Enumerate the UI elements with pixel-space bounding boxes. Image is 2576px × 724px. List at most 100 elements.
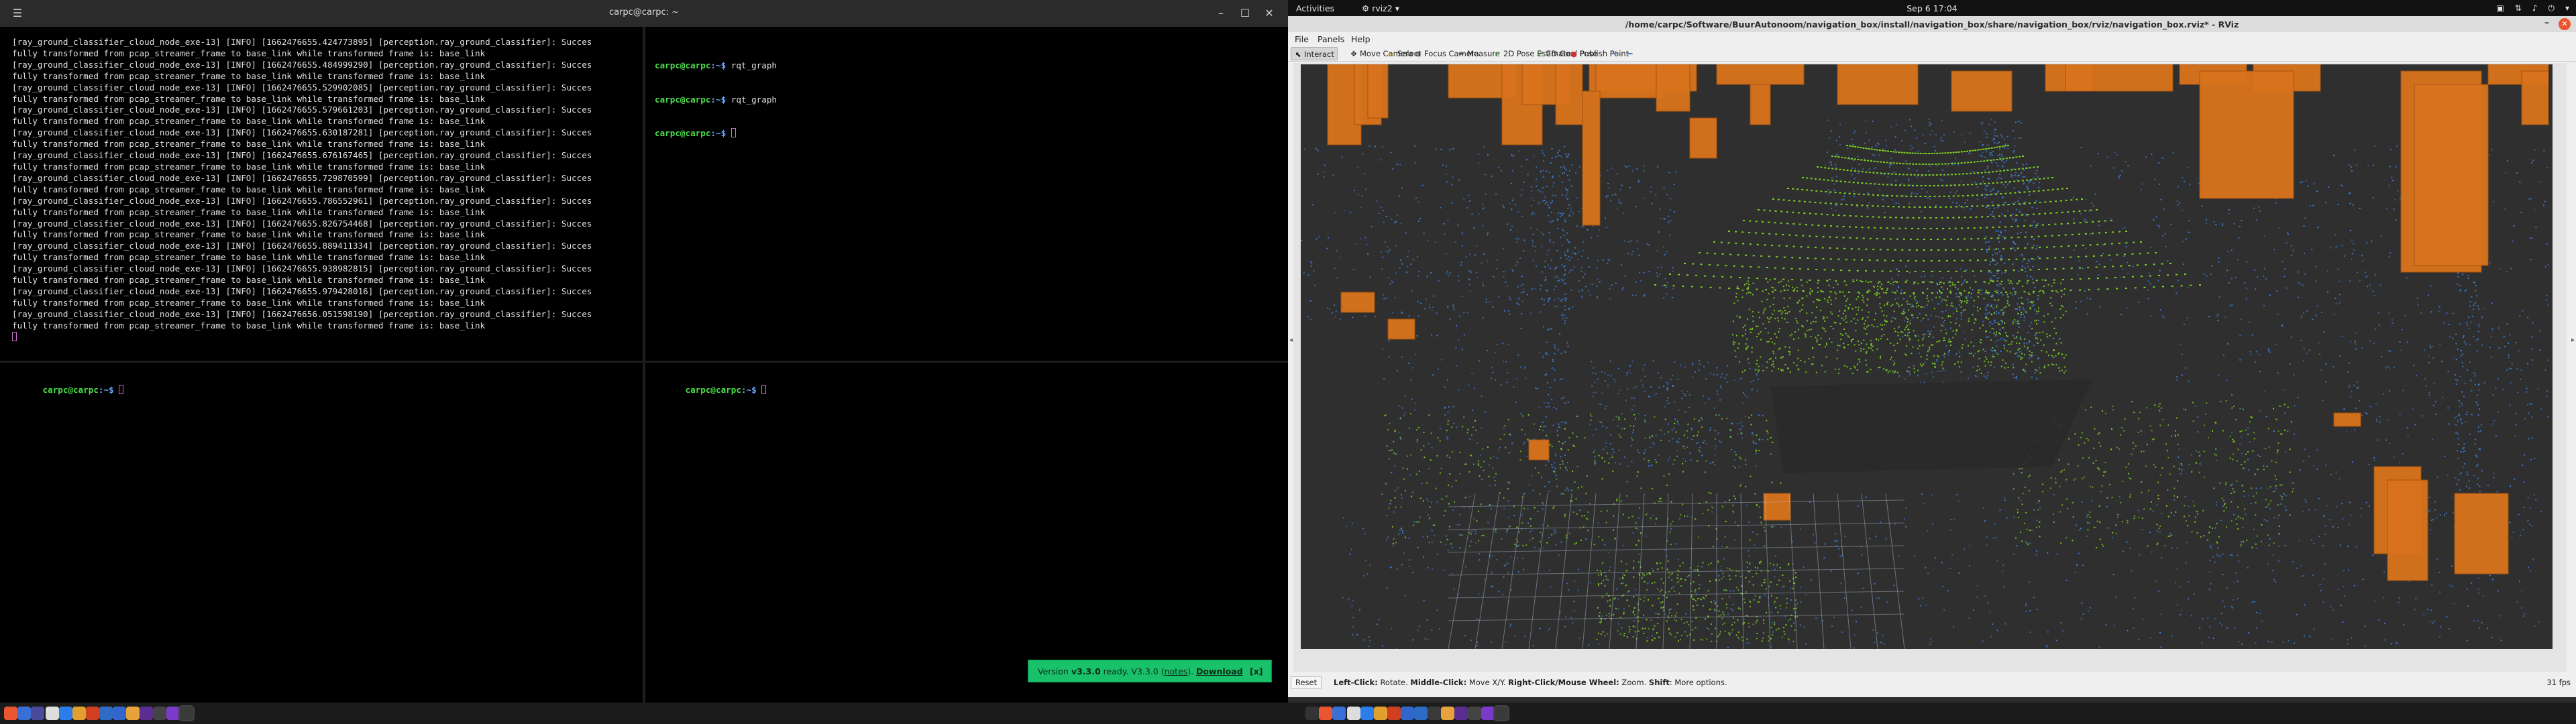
app-indicator-icon[interactable]: ▣: [2496, 3, 2504, 13]
non-ground-point: [1604, 372, 1606, 374]
3d-render-viewport[interactable]: [1301, 64, 2553, 649]
non-ground-point: [1945, 328, 1947, 330]
close-icon[interactable]: ✕: [2559, 18, 2571, 30]
non-ground-point: [2522, 615, 2524, 617]
app-icon[interactable]: [17, 707, 31, 720]
ground-point: [1789, 297, 1791, 299]
vscode-icon[interactable]: [99, 707, 113, 720]
log-line: fully transformed from pcap_streamer_fra…: [12, 206, 486, 217]
non-ground-point: [1847, 147, 1849, 149]
close-icon[interactable]: ✕: [1261, 5, 1277, 21]
non-ground-point: [2199, 463, 2201, 465]
non-ground-point: [2098, 225, 2100, 227]
menu-file[interactable]: File: [1295, 34, 1309, 44]
terminal-pane-bottom-right[interactable]: carpc@carpc:~$: [645, 363, 1288, 703]
non-ground-point: [1884, 212, 1886, 213]
non-ground-point: [1323, 171, 1325, 172]
dismiss-notification-button[interactable]: [x]: [1250, 666, 1263, 676]
terminal-taskbar-icon[interactable]: [178, 705, 195, 721]
ground-point: [2084, 210, 2086, 212]
app-icon[interactable]: [113, 707, 126, 720]
add-tool-button[interactable]: ✛: [1609, 47, 1624, 60]
non-ground-point: [2511, 537, 2513, 539]
collapse-right-arrow-icon[interactable]: ▸: [2571, 337, 2575, 344]
non-ground-point: [1958, 304, 1960, 306]
non-ground-point: [1731, 448, 1733, 450]
non-ground-point: [2398, 597, 2400, 599]
non-ground-point: [1909, 320, 1911, 322]
non-ground-point: [2029, 610, 2031, 611]
terminal-pane-top-right[interactable]: carpc@carpc:~$ rqt_graph carpc@carpc:~$ …: [645, 27, 1288, 361]
power-icon[interactable]: ⏻: [2548, 3, 2555, 13]
non-ground-point: [2461, 422, 2463, 424]
pane-splitter-vertical[interactable]: [643, 27, 645, 704]
non-ground-point: [1864, 142, 1866, 144]
non-ground-point: [1400, 438, 1402, 440]
menu-panels[interactable]: Panels: [1318, 34, 1344, 44]
non-ground-point: [1776, 566, 1778, 567]
terminal-pane-bottom-left[interactable]: carpc@carpc:~$: [0, 363, 643, 703]
non-ground-point: [2328, 519, 2330, 521]
menu-help[interactable]: Help: [1351, 34, 1371, 44]
app-icon[interactable]: [72, 707, 86, 720]
non-ground-point: [2380, 235, 2382, 237]
ground-point: [1878, 183, 1880, 185]
tool-interact[interactable]: ⬉ Interact: [1291, 47, 1338, 60]
ground-point: [1843, 192, 1846, 194]
app-icon[interactable]: [166, 707, 180, 720]
app-icon[interactable]: [140, 707, 153, 720]
non-ground-point: [2086, 516, 2088, 518]
ground-point: [2088, 289, 2090, 291]
non-ground-point: [1451, 573, 1453, 575]
non-ground-point: [2361, 255, 2363, 257]
maximize-icon[interactable]: ☐: [1237, 5, 1253, 21]
ground-point: [2047, 189, 2049, 191]
non-ground-point: [1719, 399, 1721, 401]
non-ground-point: [1998, 285, 2000, 287]
non-ground-point: [2160, 646, 2162, 648]
ground-point: [1772, 304, 1774, 305]
non-ground-point: [2039, 507, 2041, 509]
minimize-icon[interactable]: –: [1213, 5, 1229, 21]
non-ground-point: [1451, 184, 1453, 186]
collapse-left-arrow-icon[interactable]: ◂: [1289, 337, 1293, 344]
clock[interactable]: Sep 6 17:04: [1288, 3, 2576, 13]
non-ground-point: [2003, 139, 2005, 141]
non-ground-point: [2036, 170, 2038, 172]
non-ground-point: [2304, 604, 2306, 606]
app-icon[interactable]: [31, 707, 44, 720]
app-icon[interactable]: [86, 707, 99, 720]
files-icon[interactable]: [59, 707, 72, 720]
minimize-icon[interactable]: –: [2544, 17, 2549, 28]
chevron-down-icon[interactable]: ▾: [2565, 3, 2569, 13]
ubuntu-logo-icon[interactable]: [4, 707, 17, 720]
non-ground-point: [1364, 560, 1366, 562]
non-ground-point: [2348, 362, 2350, 364]
system-tray[interactable]: ▣ ⇅ ♪ ⏻ ▾: [2488, 3, 2569, 13]
text-cursor: [12, 331, 17, 341]
non-ground-point: [2349, 396, 2351, 398]
network-icon[interactable]: ⇅: [2515, 3, 2522, 13]
terminal-pane-top-left[interactable]: [ray_ground_classifier_cloud_node_exe-13…: [0, 27, 643, 361]
non-ground-point: [1366, 243, 1368, 245]
ground-point: [2079, 278, 2082, 280]
non-ground-point: [2010, 176, 2012, 178]
non-ground-point: [1976, 585, 1978, 587]
app-icon[interactable]: [153, 707, 166, 720]
notes-link[interactable]: notes: [1165, 666, 1188, 676]
volume-icon[interactable]: ♪: [2532, 3, 2538, 13]
ground-point: [1790, 267, 1793, 269]
non-ground-point: [2373, 459, 2375, 461]
non-ground-point: [1658, 386, 1660, 388]
ground-point: [1742, 326, 1744, 328]
non-ground-point: [2451, 497, 2453, 499]
chrome-icon[interactable]: [126, 707, 140, 720]
app-icon[interactable]: [46, 707, 59, 720]
non-ground-point: [1405, 232, 1407, 234]
download-link[interactable]: Download: [1196, 666, 1243, 676]
remove-tool-button[interactable]: ━: [1623, 47, 1639, 60]
pane-splitter-horizontal[interactable]: [0, 361, 1288, 363]
non-ground-point: [2139, 554, 2141, 556]
non-ground-point: [1506, 532, 1508, 534]
non-ground-point: [2544, 369, 2546, 371]
